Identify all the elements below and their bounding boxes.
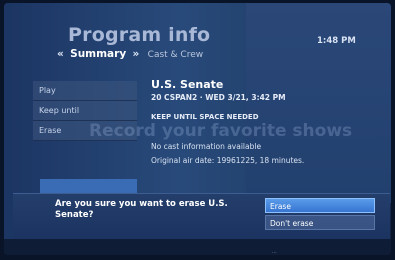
background-watermark: Record your favorite shows <box>89 121 353 141</box>
dialog-question: Are you sure you want to erase U.S. Sena… <box>55 199 228 220</box>
menu-item-keep-until[interactable]: Keep until <box>33 101 137 121</box>
program-channel-line: 20 CSPAN2 · WED 3/21, 3:42 PM <box>151 93 286 102</box>
menu-item-play[interactable]: Play <box>33 81 137 101</box>
original-air-date: Original air date: 19961225, 18 minutes. <box>151 156 305 165</box>
right-panel <box>246 3 391 203</box>
erase-button[interactable]: Erase <box>265 198 375 213</box>
footer-text: ... <box>272 249 277 255</box>
tab-cast-crew[interactable]: Cast & Crew <box>148 50 203 60</box>
tab-next-arrow-icon[interactable]: » <box>133 48 140 60</box>
bottom-strip <box>4 239 391 255</box>
keep-status: KEEP UNTIL SPACE NEEDED <box>151 113 259 121</box>
program-info-screen: Program info 1:48 PM « Summary » Cast & … <box>4 3 391 255</box>
program-title: U.S. Senate <box>151 78 224 91</box>
clock: 1:48 PM <box>317 36 356 46</box>
page-title: Program info <box>68 24 211 46</box>
tab-bar: « Summary » Cast & Crew <box>57 48 203 60</box>
dont-erase-button[interactable]: Don't erase <box>265 215 375 230</box>
tab-summary[interactable]: Summary <box>70 48 126 60</box>
erase-confirm-dialog: Are you sure you want to erase U.S. Sena… <box>13 193 390 239</box>
tab-prev-arrow-icon[interactable]: « <box>57 48 64 60</box>
cast-info: No cast information available <box>151 142 262 151</box>
